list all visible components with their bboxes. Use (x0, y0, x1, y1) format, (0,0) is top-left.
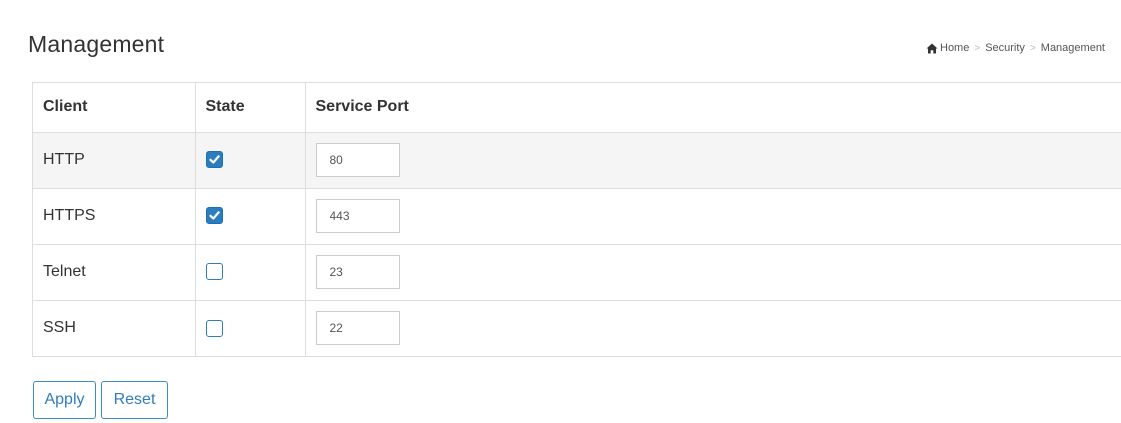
apply-button[interactable]: Apply (33, 381, 96, 419)
state-checkbox[interactable] (205, 319, 223, 337)
client-name: Telnet (33, 244, 196, 301)
column-header-state: State (195, 83, 306, 133)
table-row: HTTP (33, 132, 1121, 189)
table-row: SSH (33, 300, 1121, 356)
page-title: Management (28, 31, 165, 57)
table-header-row: Client State Service Port (33, 83, 1121, 133)
management-table: Client State Service Port HTTP HTTPS (33, 83, 1121, 356)
checkmark-icon (208, 211, 220, 220)
service-port-input[interactable] (315, 255, 400, 289)
state-checkbox[interactable] (205, 263, 223, 281)
client-name: HTTP (33, 132, 196, 189)
client-name: SSH (33, 300, 196, 356)
breadcrumb-security[interactable]: Security (985, 42, 1025, 54)
state-checkbox[interactable] (205, 207, 223, 225)
checkmark-icon (208, 155, 220, 164)
client-name: HTTPS (33, 188, 196, 245)
service-port-input[interactable] (315, 143, 400, 177)
breadcrumb-management: Management (1040, 42, 1105, 54)
breadcrumb-home[interactable]: Home (940, 42, 969, 54)
reset-button[interactable]: Reset (101, 381, 168, 419)
table-row: Telnet (33, 244, 1121, 301)
column-header-client: Client (33, 83, 196, 133)
breadcrumb: Home > Security > Management (926, 42, 1105, 54)
management-table-panel: Client State Service Port HTTP HTTPS (32, 82, 1121, 357)
table-row: HTTPS (33, 188, 1121, 245)
breadcrumb-separator: > (1029, 42, 1036, 54)
home-icon (926, 43, 938, 53)
column-header-service-port: Service Port (305, 83, 1121, 133)
breadcrumb-separator: > (974, 42, 981, 54)
management-page: Management Home > Security > Management … (0, 0, 1121, 423)
service-port-input[interactable] (315, 199, 400, 233)
service-port-input[interactable] (315, 311, 400, 346)
state-checkbox[interactable] (205, 151, 223, 169)
